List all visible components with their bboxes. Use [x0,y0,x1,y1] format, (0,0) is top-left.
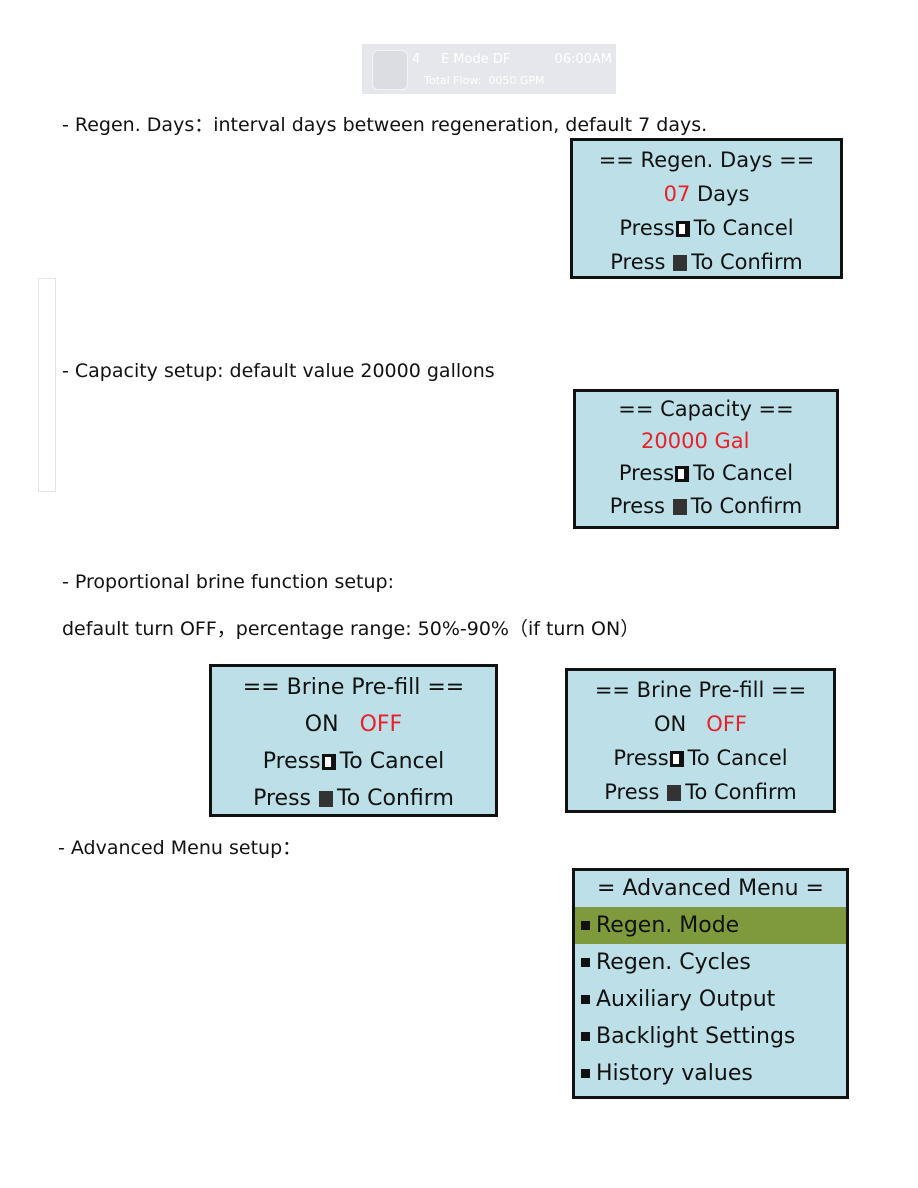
header-display-image: 4 E Mode DF 06:00AM Total Flow: 0050 GPM [362,44,616,94]
menu-item-backlight-settings[interactable]: Backlight Settings [575,1018,846,1055]
confirm-suffix: To Confirm [685,780,797,804]
confirm-suffix: To Confirm [337,786,454,811]
indicator: 4 [412,52,421,67]
brine-description-range: default turn OFF，percentage range: 50%-9… [62,618,640,640]
menu-item-auxiliary-output[interactable]: Auxiliary Output [575,981,846,1018]
cancel-suffix: To Cancel [687,746,788,770]
cancel-prefix: Press [618,461,675,485]
regen-days-description: - Regen. Days：interval days between rege… [62,114,708,136]
cancel-prefix: Press [262,749,321,774]
menu-item-history-values[interactable]: History values [575,1055,846,1092]
on-option: ON [654,712,687,736]
advanced-menu-screen: = Advanced Menu = Regen. Mode Regen. Cyc… [572,868,849,1099]
on-option: ON [304,712,339,737]
cancel-prefix: Press [619,216,675,240]
background-decoration [38,278,56,492]
bullet-icon [581,921,590,930]
flow-label: Total Flow: [424,74,482,87]
bullet-icon [581,1069,590,1078]
time-text: 06:00AM [554,52,612,67]
confirm-key-icon [667,785,682,801]
capacity-value: 20000 Gal [641,429,750,453]
days-value: 07 [663,182,691,206]
bullet-icon [581,1032,590,1041]
cancel-key-icon [321,754,336,770]
off-option: OFF [706,712,747,736]
advanced-description: - Advanced Menu setup： [58,837,302,859]
brine-description: - Proportional brine function setup: [62,571,395,593]
days-unit: Days [697,182,750,206]
screen-title: == Capacity == [618,397,794,421]
cancel-suffix: To Cancel [693,461,794,485]
bullet-icon [581,995,590,1004]
screen-title: == Brine Pre-fill == [242,675,465,700]
confirm-key-icon [673,255,688,271]
off-option: OFF [359,712,403,737]
cancel-key-icon [675,221,690,237]
confirm-prefix: Press [604,780,660,804]
menu-item-regen-mode[interactable]: Regen. Mode [575,907,846,944]
flow-value: 0050 GPM [488,74,545,87]
screen-title: == Regen. Days == [598,148,815,172]
brine-screen-2: == Brine Pre-fill == ON OFF Press To Canc… [565,668,836,813]
confirm-key-icon [319,791,334,807]
cancel-suffix: To Cancel [693,216,794,240]
cancel-prefix: Press [613,746,669,770]
confirm-prefix: Press [609,494,666,518]
capacity-screen: == Capacity == 20000 Gal Press To Cancel … [573,389,839,529]
regen-days-screen: == Regen. Days == 07 Days Press To Cancel… [570,138,843,279]
capacity-description: - Capacity setup: default value 20000 ga… [62,360,495,382]
cancel-key-icon [675,466,690,482]
mode-text: E Mode DF [440,52,511,67]
screen-title: = Advanced Menu = [597,876,824,901]
menu-item-regen-cycles[interactable]: Regen. Cycles [575,944,846,981]
brine-screen-1: == Brine Pre-fill == ON OFF Press To Canc… [209,664,498,817]
bullet-icon [581,958,590,967]
confirm-prefix: Press [253,786,312,811]
confirm-key-icon [672,499,687,515]
confirm-suffix: To Confirm [691,250,803,274]
confirm-suffix: To Confirm [690,494,803,518]
confirm-prefix: Press [610,250,666,274]
device-icon [372,50,408,90]
cancel-suffix: To Cancel [339,749,445,774]
screen-title: == Brine Pre-fill == [594,678,807,702]
cancel-key-icon [669,751,684,767]
